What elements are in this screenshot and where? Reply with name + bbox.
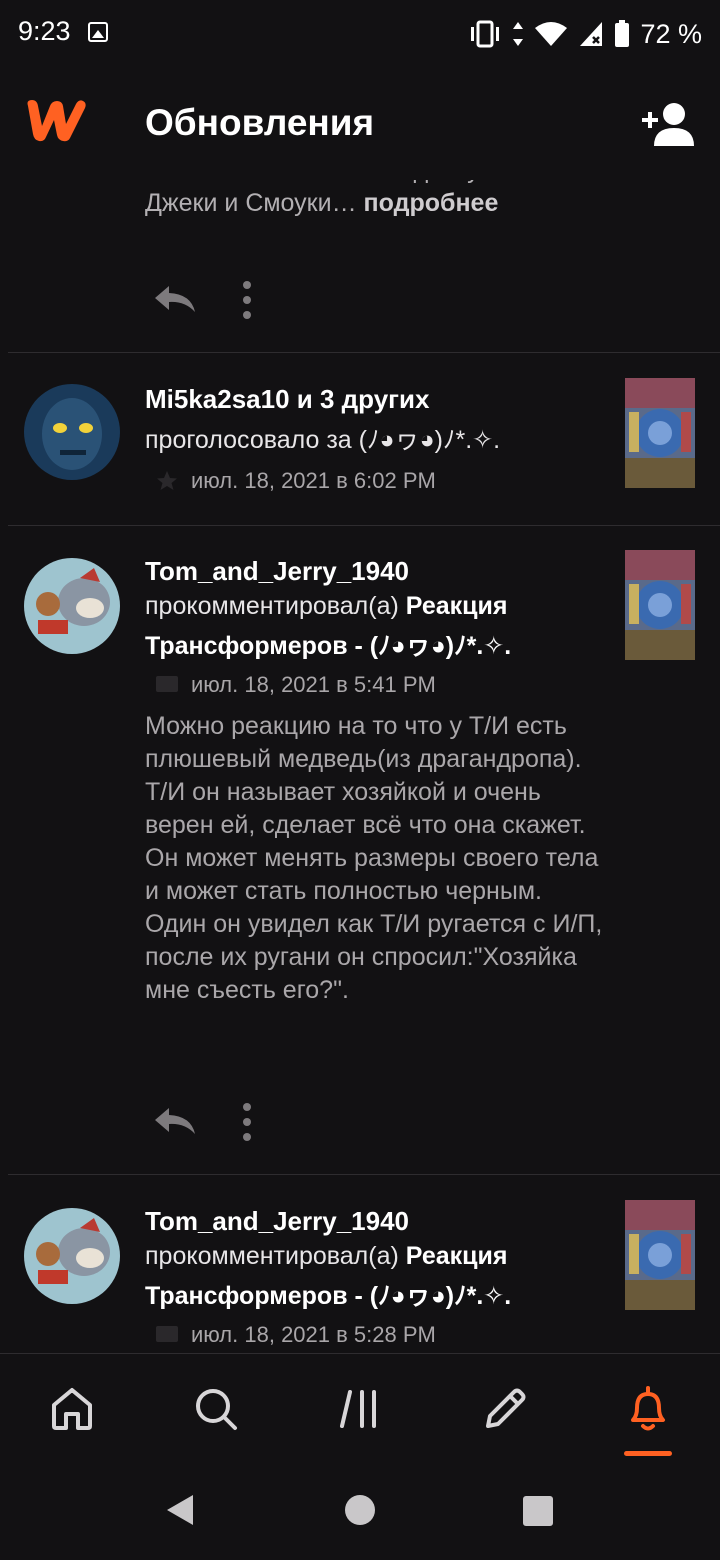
data-arrows-icon [513, 22, 524, 46]
vibrate-icon [471, 20, 500, 48]
user-name[interactable]: Tom_and_Jerry_1940 [145, 556, 409, 587]
wattpad-logo-icon[interactable] [24, 96, 88, 144]
story-cover[interactable] [625, 378, 695, 488]
divider [8, 352, 720, 353]
home-button-icon[interactable] [345, 1495, 375, 1525]
action-text: прокомментировал(а) [145, 592, 399, 620]
status-time: 9:23 [18, 16, 71, 46]
system-navigation [0, 1463, 720, 1560]
status-bar: 9:23 72 % [0, 0, 720, 68]
user-name[interactable]: Mi5ka2sa10 и 3 других [145, 384, 429, 415]
back-icon[interactable] [165, 1493, 195, 1527]
notification-date: июл. 18, 2021 в 6:02 PM [191, 468, 436, 493]
avatar[interactable] [24, 558, 120, 654]
signal-icon [580, 22, 603, 46]
notification-action: прокомментировал(а) Реакция Трансформеро… [145, 586, 615, 666]
search-icon[interactable] [191, 1384, 241, 1434]
more-vertical-icon[interactable] [241, 1102, 253, 1142]
avatar[interactable] [24, 1208, 120, 1304]
bell-icon[interactable] [623, 1384, 673, 1434]
image-notification-icon [88, 22, 108, 42]
comment-icon [156, 676, 178, 692]
reply-icon[interactable] [151, 1104, 197, 1138]
home-icon[interactable] [47, 1384, 97, 1434]
user-name[interactable]: Tom_and_Jerry_1940 [145, 1206, 409, 1237]
library-icon[interactable] [336, 1384, 386, 1434]
wifi-icon [535, 22, 568, 46]
notification-meta: июл. 18, 2021 в 5:28 PM [155, 1320, 436, 1350]
comment-icon [156, 1326, 178, 1342]
story-cover[interactable] [625, 550, 695, 660]
story-cover[interactable] [625, 1200, 695, 1310]
comment-text: Можно реакцию на то что у Т/И есть плюше… [145, 712, 603, 1004]
status-icons: 72 % [468, 16, 702, 52]
notification-date: июл. 18, 2021 в 5:28 PM [191, 1322, 436, 1347]
notifications-feed[interactable]: то что Т/И хочет на свиданку с Джеки и С… [0, 150, 720, 1353]
app-header: Обновления [0, 68, 720, 180]
battery-percent: 72 % [640, 18, 702, 49]
avatar[interactable] [24, 384, 120, 480]
item-actions [145, 280, 285, 322]
divider [8, 1174, 720, 1175]
action-text: прокомментировал(а) [145, 1242, 399, 1270]
notification-action: прокомментировал(а) Реакция Трансформеро… [145, 1236, 615, 1316]
more-vertical-icon[interactable] [241, 280, 253, 320]
notification-date: июл. 18, 2021 в 5:41 PM [191, 672, 436, 697]
add-user-icon[interactable] [640, 100, 696, 148]
bottom-navigation [0, 1353, 720, 1463]
pencil-icon[interactable] [480, 1384, 530, 1434]
item-actions [145, 1102, 285, 1144]
read-more-link[interactable]: подробнее [364, 189, 499, 217]
recents-icon[interactable] [523, 1496, 553, 1526]
divider [8, 525, 720, 526]
star-icon [157, 471, 177, 490]
active-tab-indicator [624, 1451, 672, 1456]
notification-action: проголосовало за (ﾉ◕ヮ◕)ﾉ*.✧. [145, 426, 501, 454]
page-title: Обновления [145, 102, 375, 143]
notification-meta: июл. 18, 2021 в 6:02 PM [155, 466, 436, 496]
notification-meta: июл. 18, 2021 в 5:41 PM [155, 670, 436, 700]
battery-icon [615, 20, 630, 47]
reply-icon[interactable] [151, 282, 197, 316]
